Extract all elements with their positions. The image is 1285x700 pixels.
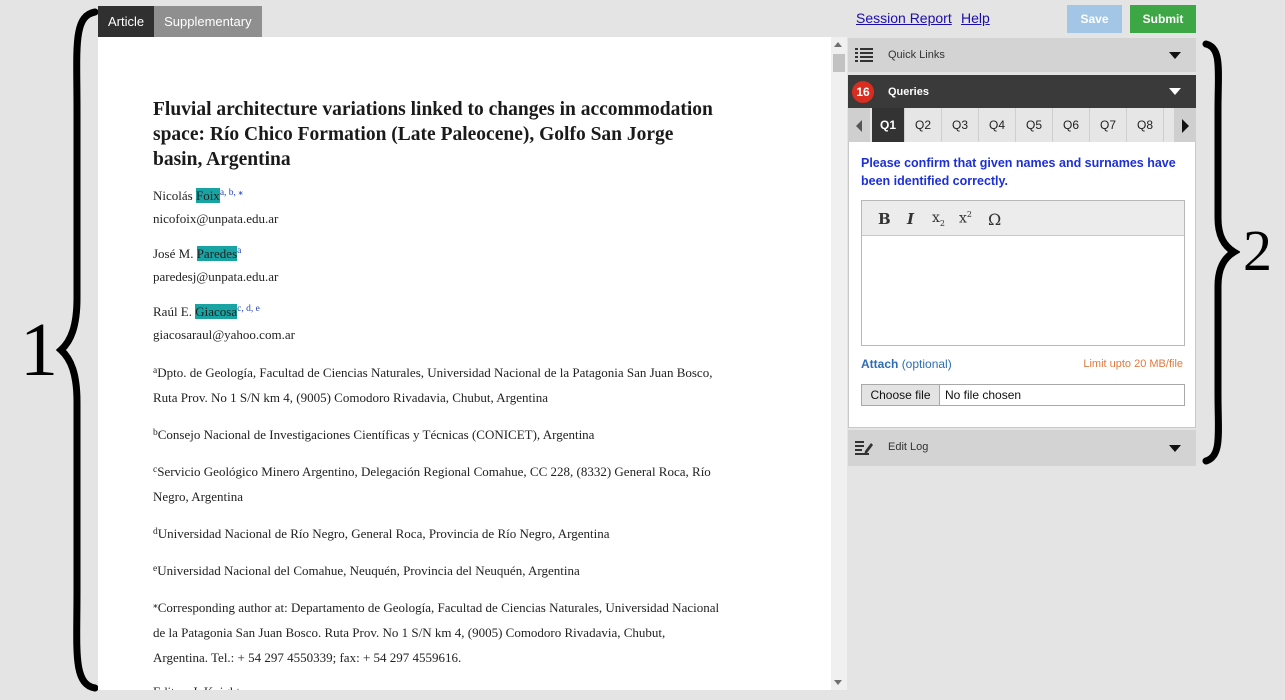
affiliation-text: Consejo Nacional de Investigaciones Cien…	[157, 427, 595, 442]
title-line: space: Río Chico Formation (Late Paleoce…	[153, 124, 674, 145]
submit-button[interactable]: Submit	[1130, 5, 1196, 33]
affiliation-text: Universidad Nacional de Río Negro, Gener…	[157, 526, 610, 541]
corresponding-text: de la Patagonia San Juan Bosco. Ruta Pro…	[153, 625, 666, 640]
chevron-down-icon	[1169, 445, 1181, 452]
affiliation-text: Ruta Prov. No 1 S/N km 4, (9005) Comodor…	[153, 390, 549, 405]
author-email: paredesj@unpata.edu.ar	[153, 269, 279, 284]
file-limit-note: Limit upto 20 MB/file	[1083, 358, 1183, 370]
author-first-name: Nicolás	[153, 188, 196, 203]
right-brace	[1202, 40, 1240, 465]
scroll-down-arrow-icon[interactable]	[834, 680, 842, 685]
article-title: Fluvial architecture variations linked t…	[153, 97, 793, 172]
choose-file-button[interactable]: Choose file	[862, 385, 940, 405]
author-2: José M. Paredesa	[153, 239, 241, 266]
query-tab[interactable]: Q2	[905, 108, 942, 142]
title-line: Fluvial architecture variations linked t…	[153, 99, 713, 120]
superscript-icon[interactable]: x2	[959, 210, 972, 227]
superscript-glyph: x	[959, 210, 967, 227]
affiliation-text: Dpto. de Geología, Facultad de Ciencias …	[157, 365, 713, 380]
subscript-glyph: x	[932, 210, 940, 226]
title-line: basin, Argentina	[153, 149, 291, 170]
attach-label: Attach (optional)	[861, 357, 952, 371]
query-tab[interactable]: Q5	[1016, 108, 1053, 142]
query-tab[interactable]: Q1	[872, 108, 905, 142]
affiliation-b: bConsejo Nacional de Investigaciones Cie…	[153, 421, 594, 447]
tab-supplementary[interactable]: Supplementary	[154, 6, 262, 37]
author-email: giacosaraul@yahoo.com.ar	[153, 327, 295, 342]
query-next-button[interactable]	[1174, 108, 1196, 142]
quick-links-bar[interactable]: Quick Links	[848, 38, 1196, 72]
author-email: nicofoix@unpata.edu.ar	[153, 211, 279, 226]
query-body: Please confirm that given names and surn…	[848, 142, 1196, 428]
save-button[interactable]: Save	[1067, 5, 1122, 33]
editor-line: Editor: J. Knight	[153, 679, 240, 690]
author-affiliation-refs[interactable]: a, b,	[220, 188, 238, 198]
chevron-down-icon	[1169, 88, 1181, 95]
corresponding-text: Corresponding author at: Departamento de…	[157, 600, 720, 615]
article-pane: Fluvial architecture variations linked t…	[98, 37, 831, 690]
corresponding-mark[interactable]: ⁎	[238, 188, 243, 198]
attach-optional: (optional)	[901, 357, 952, 371]
query-tab[interactable]: Q6	[1053, 108, 1090, 142]
author-affiliation-refs[interactable]: c, d, e	[237, 304, 260, 314]
author-surname[interactable]: Foix	[195, 188, 220, 203]
scroll-thumb[interactable]	[833, 54, 845, 72]
editor-toolbar: B I x2 x2 Ω	[862, 201, 1184, 236]
tab-article[interactable]: Article	[98, 6, 155, 37]
query-tab[interactable]: Q7	[1090, 108, 1127, 142]
affiliation-c: cServicio Geológico Minero Argentino, De…	[153, 458, 711, 509]
file-status: No file chosen	[945, 388, 1022, 402]
annotation-label-1: 1	[20, 308, 58, 392]
queries-bar[interactable]: 16 Queries	[848, 75, 1196, 108]
list-icon	[855, 48, 873, 62]
edit-log-label: Edit Log	[888, 441, 929, 453]
article-tabs: Article Supplementary	[98, 6, 262, 37]
author-3: Raúl E. Giacosac, d, e	[153, 297, 260, 324]
corresponding-author-note: ⁎Corresponding author at: Departamento d…	[153, 594, 719, 670]
affiliation-text: Servicio Geológico Minero Argentino, Del…	[157, 464, 711, 479]
affiliation-e: eUniversidad Nacional del Comahue, Neuqu…	[153, 557, 580, 583]
session-report-link[interactable]: Session Report	[856, 10, 952, 26]
annotation-label-2: 2	[1243, 218, 1272, 283]
help-link[interactable]: Help	[961, 10, 990, 26]
query-text: Please confirm that given names and surn…	[861, 156, 1176, 188]
query-tab[interactable]: Q4	[979, 108, 1016, 142]
query-tab[interactable]: Q8	[1127, 108, 1164, 142]
author-first-name: José M.	[153, 246, 197, 261]
bold-icon[interactable]: B	[878, 210, 891, 228]
affiliation-d: dUniversidad Nacional de Río Negro, Gene…	[153, 520, 610, 546]
italic-icon[interactable]: I	[907, 210, 914, 228]
subscript-icon[interactable]: x2	[932, 210, 945, 228]
file-input[interactable]: Choose file No file chosen	[861, 384, 1185, 406]
left-brace	[55, 8, 99, 692]
author-first-name: Raúl E.	[153, 304, 196, 319]
edit-log-bar[interactable]: Edit Log	[848, 430, 1196, 466]
scroll-up-arrow-icon[interactable]	[834, 42, 842, 47]
arrow-right-icon	[1182, 119, 1189, 133]
author-affiliation-refs[interactable]: a	[237, 246, 241, 256]
article-scrollbar[interactable]	[831, 37, 847, 690]
edit-log-icon	[855, 441, 873, 455]
affiliation-a: aDpto. de Geología, Facultad de Ciencias…	[153, 359, 712, 410]
author-1: Nicolás Foixa, b, ⁎	[153, 181, 243, 208]
omega-icon[interactable]: Ω	[988, 210, 1001, 229]
attach-text: Attach	[861, 357, 899, 371]
queries-label: Queries	[888, 86, 929, 98]
author-surname[interactable]: Paredes	[196, 246, 238, 261]
corresponding-text: Argentina. Tel.: + 54 297 4550339; fax: …	[153, 650, 462, 665]
query-prev-button[interactable]	[848, 108, 870, 142]
author-surname[interactable]: Giacosa	[195, 304, 238, 319]
reply-editor[interactable]: B I x2 x2 Ω	[861, 200, 1185, 346]
query-tab[interactable]: Q3	[942, 108, 979, 142]
query-count-badge: 16	[852, 81, 874, 103]
affiliation-text: Universidad Nacional del Comahue, Neuqué…	[157, 563, 580, 578]
query-tabs: Q1 Q2 Q3 Q4 Q5 Q6 Q7 Q8	[848, 108, 1196, 142]
chevron-down-icon	[1169, 52, 1181, 59]
quick-links-label: Quick Links	[888, 49, 945, 61]
affiliation-text: Negro, Argentina	[153, 489, 244, 504]
arrow-left-icon	[856, 120, 862, 132]
